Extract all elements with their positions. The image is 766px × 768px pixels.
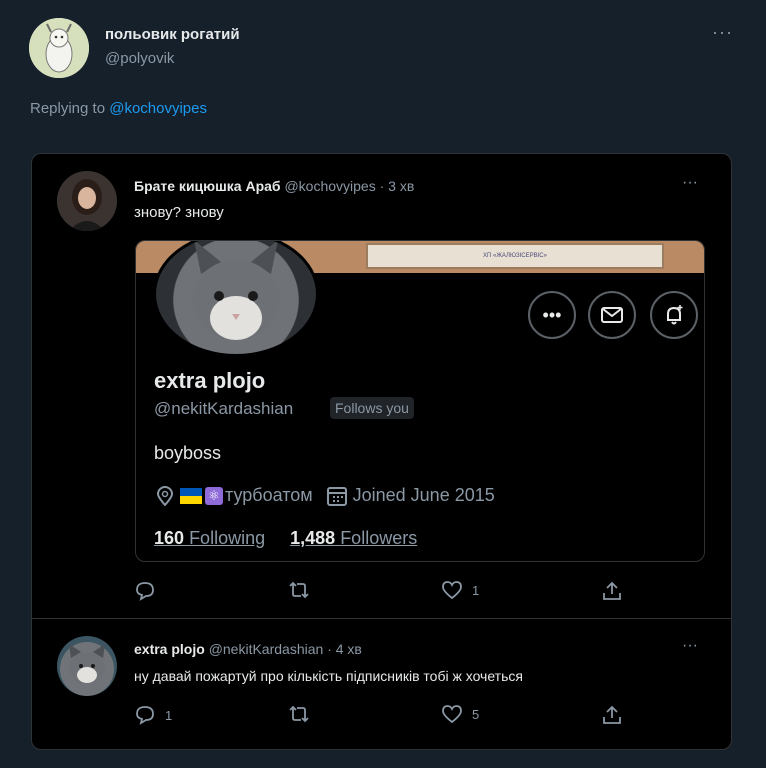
share-icon [603,705,621,724]
banner-sign-text: ХП «ЖАЛЮЗІСЕРВІС» [483,253,547,259]
retweet-icon [289,581,309,599]
like-icon [442,581,462,599]
outer-author-avatar[interactable] [29,18,89,78]
notify-bell-icon [650,291,698,339]
calendar-icon [326,486,347,506]
reply-more-icon: ··· [682,637,698,654]
replying-handle-link[interactable]: @kochovyipes [109,100,207,117]
reply-action [135,581,165,601]
like-action: 5 [442,705,479,723]
profile-stats: 160 Following 1,488 Followers [154,528,417,549]
quoted-thread-image[interactable]: Брате кицюшка Араб @kochovyipes · 3 хв ·… [31,153,732,750]
like-icon [442,705,462,723]
profile-location: турбоатом [225,485,313,505]
reply-icon [136,706,154,725]
profile-handle: @nekitKardashian [154,399,294,418]
retweet-icon [289,705,309,723]
atom-emoji-icon: ⚛ [205,486,223,505]
like-count: 1 [472,582,480,598]
profile-screenshot: ХП «ЖАЛЮЗІСЕРВІС» ••• extra plojo @nekit… [135,240,705,562]
quoted-author-name: Брате кицюшка Араб [134,178,281,194]
reply-author-handle: @nekitKardashian [208,641,324,657]
quoted-more-icon: ··· [682,174,698,191]
location-pin-icon [156,485,174,506]
replying-to-line: Replying to @kochovyipes [30,100,207,117]
followers-stat: 1,488 Followers [290,528,417,548]
quoted-actions: 1 [32,581,731,605]
like-action: 1 [442,581,479,599]
profile-meta: ⚛ турбоатом Joined June 2015 [156,485,495,506]
reply-actions: 1 5 [32,705,731,729]
cat-face-icon [192,241,280,340]
followers-label: Followers [340,528,418,548]
share-action [602,581,622,601]
cat-profile-avatar [153,241,319,357]
followers-count: 1,488 [290,528,336,548]
profile-bio: boyboss [154,443,222,463]
profile-display-name: extra plojo [154,368,266,393]
mail-icon [601,307,623,323]
follows-you-badge: Follows you [330,397,414,419]
quoted-time: · 3 хв [379,178,415,194]
outer-more-icon[interactable]: ··· [712,22,733,43]
reply-time: · 4 хв [327,641,362,657]
reply-author-avatar [57,636,117,696]
bell-icon [667,305,683,325]
reply-action: 1 [135,705,172,725]
like-count: 5 [472,706,480,722]
share-action [602,705,622,725]
reply-count: 1 [165,707,173,723]
outer-author-handle[interactable]: @polyovik [105,50,174,67]
person-photo-icon [57,171,117,231]
profile-joined: Joined June 2015 [352,485,495,505]
banner-sign: ХП «ЖАЛЮЗІСЕРВІС» [366,243,664,269]
cartoon-figure-icon [29,18,89,78]
reply-icon [136,582,154,601]
reply-tweet-text: ну давай пожартуй про кількість підписни… [134,668,523,684]
cat-face-icon [69,644,105,684]
quoted-author-handle: @kochovyipes [284,178,376,194]
quoted-author-avatar [57,171,117,231]
replying-prefix: Replying to [30,100,106,117]
retweet-action [288,581,320,599]
share-icon [603,581,621,600]
reply-author-line: extra plojo @nekitKardashian · 4 хв [134,641,362,657]
following-stat: 160 Following [154,528,265,548]
quoted-author-line: Брате кицюшка Араб @kochovyipes · 3 хв [134,178,414,194]
following-label: Following [189,528,266,548]
message-mail-icon [588,291,636,339]
following-count: 160 [154,528,185,548]
outer-author-name[interactable]: польовик рогатий [105,26,240,43]
quoted-tweet-text: знову? знову [134,204,224,221]
ukraine-flag-icon [180,487,202,504]
retweet-action [288,705,320,723]
thread-divider [32,618,731,619]
reply-author-name: extra plojo [134,641,205,657]
profile-more-icon: ••• [528,291,576,339]
